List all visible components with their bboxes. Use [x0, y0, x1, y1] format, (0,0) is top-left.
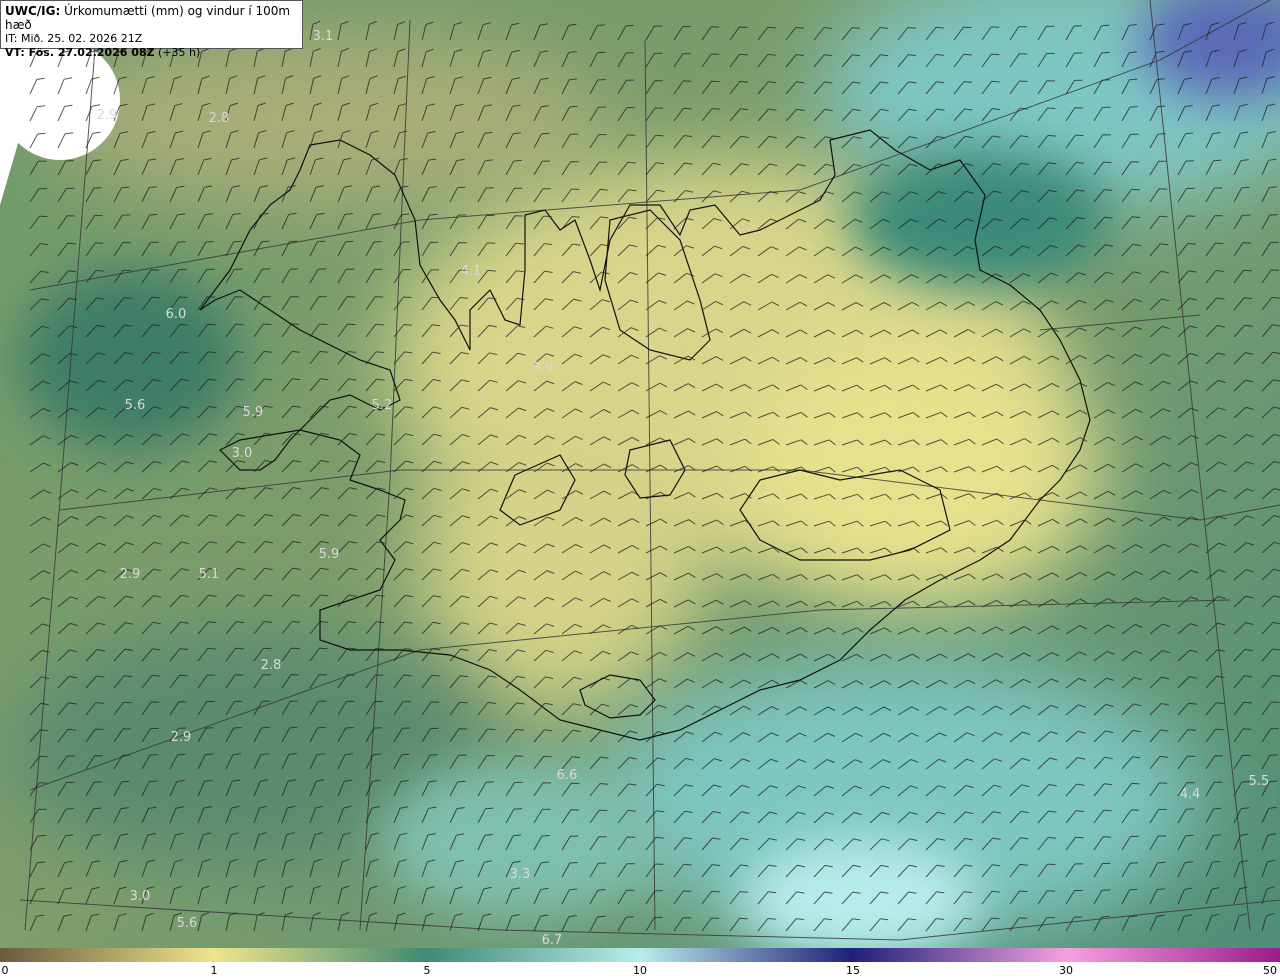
colorbar-tick: 5	[423, 964, 431, 977]
precip-value-label: 3.1	[313, 29, 334, 44]
precip-value-label: 2.8	[261, 658, 282, 673]
colorbar-tick: 10	[633, 964, 647, 977]
precip-value-label: 2.8	[209, 111, 230, 126]
info-box: UWC/IG: Úrkomumætti (mm) og vindur í 100…	[0, 0, 303, 59]
colorbar-tick: 1	[210, 964, 218, 977]
colorbar: 0 1 5 10 15 30 50	[0, 948, 1280, 978]
precip-value-label: 3.0	[130, 889, 151, 904]
precip-value-label: 2.9	[120, 567, 141, 582]
colorbar-tick: 15	[846, 964, 860, 977]
precip-value-label: 3.3	[510, 867, 531, 882]
precip-value-label: 5.5	[1249, 774, 1270, 789]
model-name: UWC/IG:	[5, 4, 61, 18]
colorbar-tick: 0	[1, 964, 9, 977]
precip-value-label: 5.6	[125, 398, 146, 413]
precip-value-label: 5.9	[243, 405, 264, 420]
precip-value-label: 6.0	[166, 307, 187, 322]
precip-value-label: 2.9	[171, 730, 192, 745]
precip-value-label: 6.6	[557, 768, 578, 783]
precip-value-label: 4.1	[461, 264, 482, 279]
precip-value-label: 5.6	[177, 916, 198, 931]
precip-value-label: 3.9	[533, 361, 554, 376]
forecast-offset: (+35 h)	[158, 46, 201, 59]
precip-value-label: 5.9	[319, 547, 340, 562]
colorbar-tick: 50	[1263, 964, 1277, 977]
precip-value-label: 5.1	[199, 567, 220, 582]
precip-value-label: 6.7	[542, 933, 563, 948]
field-layer	[0, 0, 1280, 948]
colorbar-tick: 30	[1059, 964, 1073, 977]
precipitable-water-map: 3.1 2.9 2.8 4.1 6.0 3.9 5.6 5.9 5.2 3.0 5.9 2.9 5.1 2…	[0, 0, 1280, 948]
colorbar-strip	[0, 948, 1280, 962]
issue-time: IT: Mið. 25. 02. 2026 21Z	[5, 32, 143, 45]
precip-value-label: 3.0	[232, 446, 253, 461]
valid-time: VT: Fös. 27.02.2026 08Z	[5, 46, 155, 59]
precip-value-label: 5.2	[372, 398, 393, 413]
precip-value-label: 2.9	[97, 108, 118, 123]
precip-value-label: 4.4	[1180, 787, 1201, 802]
